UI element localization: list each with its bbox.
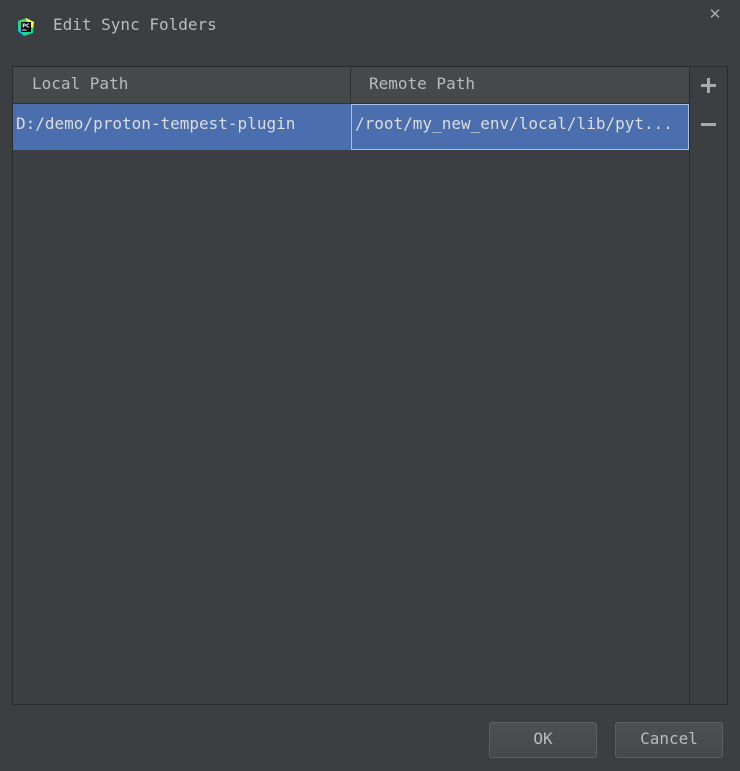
- title-bar: PC Edit Sync Folders ✕: [0, 0, 740, 50]
- dialog-title: Edit Sync Folders: [53, 15, 217, 34]
- table-toolbar: [689, 67, 727, 704]
- table-row[interactable]: D:/demo/proton-tempest-plugin /root/my_n…: [13, 104, 689, 150]
- column-header-local-path[interactable]: Local Path: [13, 67, 351, 104]
- ok-button[interactable]: OK: [489, 722, 597, 758]
- remove-row-button[interactable]: [696, 111, 722, 137]
- column-header-remote-path[interactable]: Remote Path: [351, 67, 689, 104]
- table-header: Local Path Remote Path: [13, 67, 689, 104]
- edit-sync-folders-dialog: PC Edit Sync Folders ✕ Local Path Remote…: [0, 0, 740, 771]
- sync-folders-table: Local Path Remote Path D:/demo/proton-te…: [13, 67, 689, 704]
- local-path-cell[interactable]: D:/demo/proton-tempest-plugin: [13, 104, 351, 150]
- add-row-button[interactable]: [696, 72, 722, 98]
- close-icon[interactable]: ✕: [704, 3, 726, 25]
- sync-folders-panel: Local Path Remote Path D:/demo/proton-te…: [12, 66, 728, 705]
- pycharm-icon: PC: [18, 18, 34, 36]
- svg-text:PC: PC: [22, 23, 30, 29]
- remote-path-cell[interactable]: /root/my_new_env/local/lib/pyt...: [351, 104, 689, 150]
- cancel-button[interactable]: Cancel: [615, 722, 723, 758]
